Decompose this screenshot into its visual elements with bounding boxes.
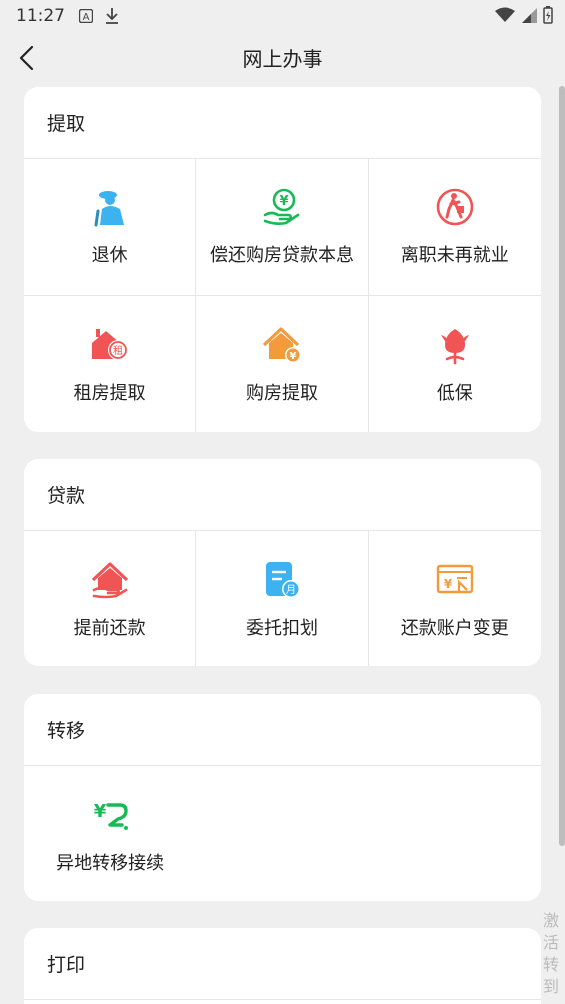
svg-text:月: 月: [286, 584, 296, 596]
hand-money-icon: ¥: [262, 187, 302, 227]
svg-text:租: 租: [113, 344, 123, 357]
scrollbar[interactable]: [559, 86, 565, 846]
service-label: 购房提取: [245, 382, 318, 404]
transfer-yen-icon: ¥: [90, 795, 130, 835]
service-item-account-change[interactable]: ¥ 还款账户变更: [369, 531, 541, 666]
service-item-purchase-withdraw[interactable]: ¥ 购房提取: [196, 296, 369, 432]
service-label: 还款账户变更: [400, 617, 509, 639]
section-title: 提取: [24, 87, 541, 159]
service-label: 提前还款: [73, 617, 146, 639]
service-item-rent-withdraw[interactable]: 租 租房提取: [24, 296, 197, 432]
account-card-icon: ¥: [435, 560, 475, 600]
service-label: 退休: [91, 245, 128, 266]
navigation-bar: 网上办事: [0, 32, 565, 82]
section-print: 打印: [24, 928, 541, 1004]
svg-text:¥: ¥: [444, 577, 453, 591]
a-icon: A: [79, 9, 93, 23]
service-item-early-repayment[interactable]: 提前还款: [24, 531, 197, 666]
rent-house-icon: 租: [90, 325, 130, 365]
chevron-left-icon[interactable]: [14, 44, 42, 72]
section-title: 贷款: [24, 459, 541, 531]
service-label: 低保: [436, 382, 473, 404]
section-title: 转移: [24, 694, 541, 766]
service-label: 离职未再就业: [400, 245, 509, 266]
service-item-unemployed[interactable]: 离职未再就业: [368, 159, 541, 296]
download-icon: [105, 7, 119, 25]
battery-icon: [543, 6, 553, 29]
section-loan: 贷款 提前还款 月 委托扣划 ¥ 还款账户变更: [24, 459, 541, 666]
service-item-low-income[interactable]: 低保: [369, 296, 541, 432]
retiree-icon: [90, 187, 130, 227]
service-label: 委托扣划: [245, 617, 318, 639]
service-item-repay-mortgage[interactable]: ¥ 偿还购房贷款本息: [196, 159, 369, 296]
status-bar: 11:27 A: [0, 0, 565, 32]
house-hand-icon: [90, 560, 130, 600]
page-title: 网上办事: [242, 46, 323, 71]
watermark-text: 激活转到: [543, 911, 560, 996]
section-title: 打印: [24, 928, 541, 1000]
status-time: 11:27: [16, 6, 65, 26]
wifi-icon: [495, 7, 515, 28]
service-label: 异地转移接续: [56, 852, 165, 874]
svg-text:A: A: [83, 12, 90, 23]
service-item-retire[interactable]: 退休: [24, 159, 197, 296]
service-label: 租房提取: [73, 382, 146, 404]
svg-text:¥: ¥: [290, 351, 297, 362]
flower-icon: [435, 325, 475, 365]
document-month-icon: 月: [262, 560, 302, 600]
signal-icon: [521, 7, 537, 28]
walking-person-icon: [435, 187, 475, 227]
section-withdraw: 提取 退休 ¥ 偿还购房贷款本息 离职未再就业 租 租房提取 ¥ 购房提取 低保: [24, 87, 541, 432]
svg-text:¥: ¥: [94, 801, 107, 822]
service-label: 偿还购房贷款本息: [209, 245, 354, 266]
svg-text:¥: ¥: [279, 194, 288, 209]
service-item-remote-transfer[interactable]: ¥ 异地转移接续: [24, 766, 196, 901]
section-transfer: 转移 ¥ 异地转移接续: [24, 694, 541, 901]
service-item-entrust-deduction[interactable]: 月 委托扣划: [196, 531, 369, 666]
buy-house-icon: ¥: [262, 325, 302, 365]
